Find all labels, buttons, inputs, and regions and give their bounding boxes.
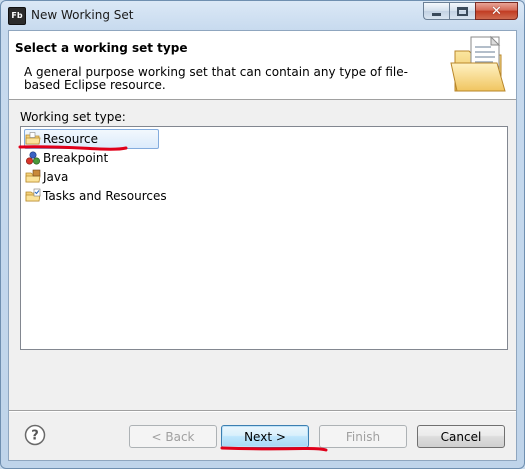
minimize-button[interactable] (423, 2, 449, 20)
list-item-label: Resource (43, 132, 99, 146)
list-item-breakpoint[interactable]: Breakpoint (25, 149, 108, 167)
help-icon[interactable]: ? (24, 424, 46, 446)
cancel-button[interactable]: Cancel (417, 425, 505, 448)
wizard-page-description: A general purpose working set that can c… (24, 65, 408, 92)
title-bar[interactable]: Fb New Working Set ✕ (1, 1, 524, 30)
breakpoint-icon (25, 151, 41, 165)
list-item-java[interactable]: Java (25, 168, 68, 186)
finish-button[interactable]: Finish (319, 425, 407, 448)
folder-with-document-icon (450, 35, 506, 92)
next-button[interactable]: Next > (221, 425, 309, 448)
java-package-folder-icon (25, 169, 41, 183)
wizard-banner: Select a working set type A general purp… (9, 31, 516, 100)
resource-folder-icon (25, 132, 41, 145)
close-icon: ✕ (491, 3, 502, 19)
button-bar-separator (9, 410, 516, 412)
flash-builder-app-icon: Fb (8, 7, 26, 25)
minimize-icon (432, 13, 441, 16)
wizard-page-title: Select a working set type (15, 41, 188, 55)
list-item-label: Tasks and Resources (43, 189, 167, 203)
maximize-icon (457, 6, 468, 16)
new-working-set-dialog: Fb New Working Set ✕ Select a working se… (0, 0, 525, 469)
window-controls: ✕ (423, 2, 518, 20)
help-glyph: ? (31, 429, 39, 444)
maximize-button[interactable] (449, 2, 475, 20)
list-item-label: Java (43, 170, 69, 184)
window-title: New Working Set (31, 8, 134, 22)
working-set-type-label: Working set type: (20, 110, 126, 124)
close-button[interactable]: ✕ (475, 2, 518, 20)
list-item-resource[interactable]: Resource (24, 129, 160, 149)
list-item-tasks-and-resources[interactable]: Tasks and Resources (25, 187, 167, 205)
tasks-resources-icon (25, 188, 41, 202)
working-set-type-list[interactable]: Resource Breakpoint Java Tasks and Resou… (20, 126, 508, 350)
back-button[interactable]: < Back (129, 425, 217, 448)
dialog-content: Select a working set type A general purp… (8, 30, 517, 461)
list-item-label: Breakpoint (43, 151, 109, 165)
